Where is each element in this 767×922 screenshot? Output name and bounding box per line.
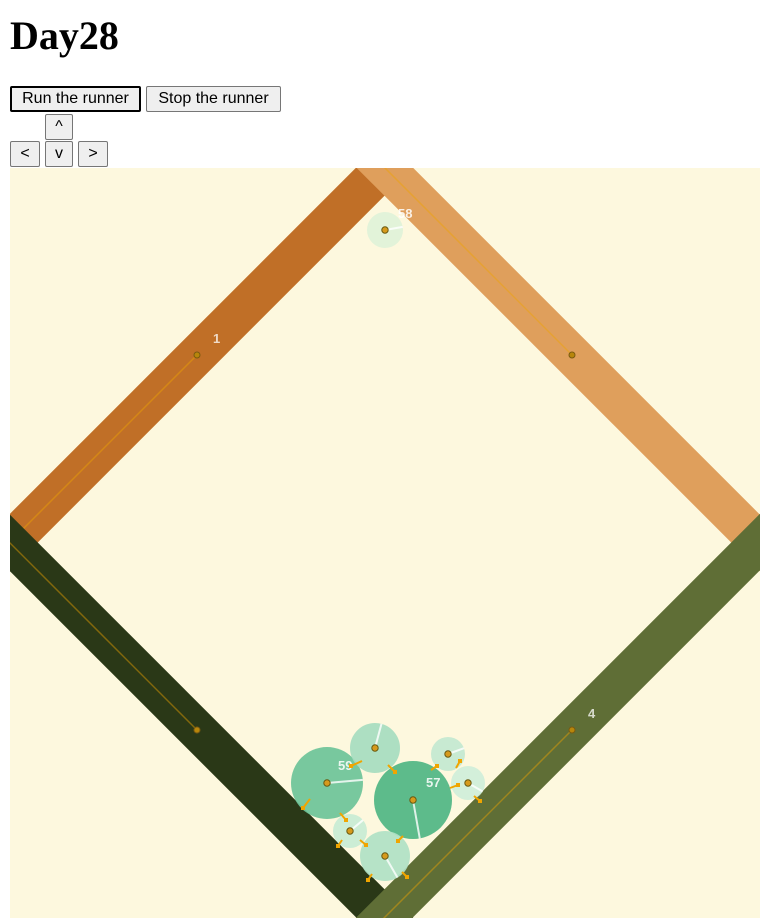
body-label: 57 — [426, 775, 440, 790]
contact-point — [396, 839, 400, 843]
contact-point — [349, 764, 353, 768]
physics-canvas-area[interactable]: 14 58 59 57 — [10, 168, 760, 918]
body-center-dot — [381, 852, 389, 860]
up-arrow-button[interactable]: ^ — [45, 114, 73, 140]
stop-runner-button[interactable]: Stop the runner — [146, 86, 281, 112]
contact-point — [336, 844, 340, 848]
wall-1-label: 1 — [213, 331, 220, 346]
contact-point — [366, 878, 370, 882]
physics-body[interactable] — [333, 814, 367, 848]
left-arrow-button[interactable]: < — [10, 141, 40, 167]
body-center-dot — [444, 750, 452, 758]
physics-canvas[interactable]: 14 585957 — [10, 168, 760, 918]
contact-point — [456, 783, 460, 787]
body-center-dot — [409, 796, 417, 804]
body-center-dot — [464, 779, 472, 787]
run-runner-button[interactable]: Run the runner — [10, 86, 141, 112]
physics-body[interactable]: 57 — [374, 761, 452, 839]
contact-point — [364, 843, 368, 847]
body-center-dot — [381, 226, 389, 234]
physics-body[interactable] — [350, 723, 400, 773]
contact-point — [405, 875, 409, 879]
page-title: Day28 — [10, 13, 119, 58]
body-center-dot — [346, 827, 354, 835]
body-center-dot — [371, 744, 379, 752]
contact-point — [478, 799, 482, 803]
wall-4-label: 4 — [588, 706, 596, 721]
contact-point — [435, 764, 439, 768]
contact-point — [458, 759, 462, 763]
body-label: 58 — [398, 206, 412, 221]
right-arrow-button[interactable]: > — [78, 141, 108, 167]
contact-point — [301, 806, 305, 810]
contact-point — [393, 770, 397, 774]
body-center-dot — [323, 779, 331, 787]
down-arrow-button[interactable]: v — [45, 141, 73, 167]
contact-point — [344, 818, 348, 822]
